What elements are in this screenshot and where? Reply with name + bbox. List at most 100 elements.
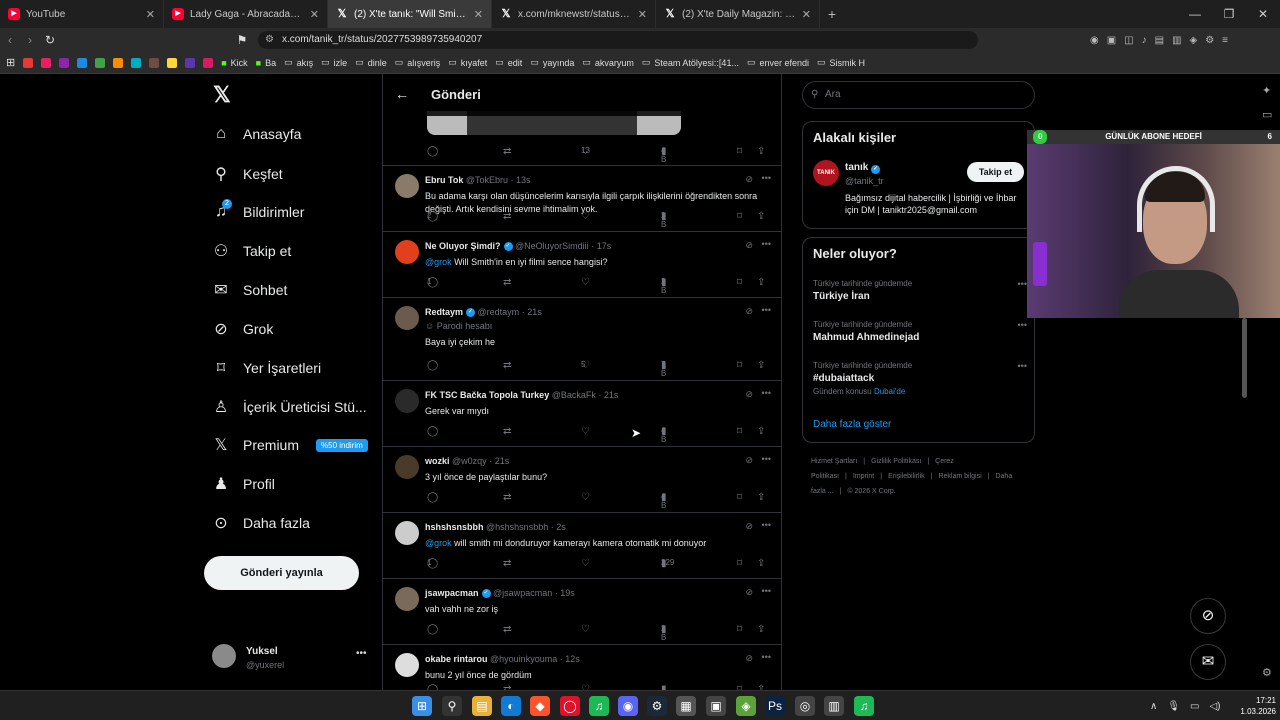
bookmark-site-icon[interactable]: [185, 57, 196, 68]
post-button[interactable]: Gönderi yayınla: [204, 556, 359, 590]
bookmark-site-icon[interactable]: [23, 57, 34, 68]
back-arrow-icon[interactable]: ←: [395, 86, 409, 102]
restore-icon[interactable]: ❐: [1212, 0, 1246, 28]
back-icon[interactable]: ‹: [0, 33, 20, 47]
search-input[interactable]: ⚲ Ara: [802, 81, 1035, 109]
bookmark-item[interactable]: ▭ yayında: [530, 57, 574, 68]
spotify2-icon[interactable]: ♫: [854, 696, 874, 716]
capture-icon[interactable]: ▥: [824, 696, 844, 716]
reply-time[interactable]: 12s: [565, 654, 580, 664]
opera-icon[interactable]: ◯: [560, 696, 580, 716]
reply-author-name[interactable]: okabe rintarou: [425, 654, 488, 664]
terminal-icon[interactable]: ▣: [706, 696, 726, 716]
nav-item-premium[interactable]: 𝕏 Premium %50 indirim: [212, 435, 368, 455]
trend-item[interactable]: Türkiye tarihinde gündemde Mahmud Ahmedin…: [813, 320, 1027, 343]
bookmark-item[interactable]: ▭ kıyafet: [448, 57, 487, 68]
reply-avatar[interactable]: [395, 240, 419, 264]
close-tab-icon[interactable]: ✕: [146, 8, 155, 21]
network-icon[interactable]: ▭: [1190, 701, 1199, 712]
reply-time[interactable]: 21s: [527, 307, 542, 317]
microphone-icon[interactable]: 🎙: [1167, 701, 1180, 712]
related-avatar[interactable]: TANIK: [813, 160, 839, 186]
nav-item-grok[interactable]: ⊘ Grok: [212, 319, 273, 339]
nav-item-takip-et[interactable]: ⚇ Takip et: [212, 241, 291, 261]
reply-handle[interactable]: @redtaym: [478, 307, 520, 317]
reply-time[interactable]: 21s: [604, 390, 619, 400]
footer-link[interactable]: Reklam bilgisi: [938, 473, 981, 480]
reply-author-name[interactable]: hshshsnsbbh: [425, 522, 484, 532]
sidebar-ai-icon[interactable]: ✦: [1262, 84, 1271, 97]
start-icon[interactable]: ⊞: [412, 696, 432, 716]
nav-item-yer-i-aretleri[interactable]: ⌑ Yer İşaretleri: [212, 358, 321, 378]
footer-link[interactable]: Hizmet Şartları: [811, 458, 857, 465]
apps-grid-icon[interactable]: ⊞: [6, 56, 15, 69]
bookmark-item[interactable]: ▭ alışveriş: [395, 57, 441, 68]
nav-item-anasayfa[interactable]: ⌂ Anasayfa: [212, 125, 301, 143]
site-info-icon[interactable]: ⚙: [265, 31, 274, 49]
browser-tab[interactable]: ▶ YouTube ✕: [0, 0, 164, 28]
bookmark-item[interactable]: ■ Ba: [256, 58, 276, 68]
close-tab-icon[interactable]: ✕: [802, 8, 811, 21]
follow-button[interactable]: Takip et: [967, 162, 1024, 182]
browser-tab[interactable]: 𝕏 (2) X'te Daily Magazin: "Kendall Jenne ✕: [656, 0, 820, 28]
clock[interactable]: 17:21 1.03.2026: [1226, 695, 1276, 717]
reply-handle[interactable]: @w0zqy: [452, 456, 487, 466]
sidebar-panel-icon[interactable]: ▭: [1262, 108, 1272, 121]
reply-handle[interactable]: @NeOluyorSimdiii: [515, 241, 589, 251]
trend-more-icon[interactable]: •••: [1018, 279, 1027, 289]
mention-link[interactable]: @grok: [425, 538, 452, 548]
reply-avatar[interactable]: [395, 587, 419, 611]
grok-explain-icon[interactable]: ⊘: [745, 306, 753, 317]
more-options-icon[interactable]: •••: [762, 305, 771, 315]
reply-time[interactable]: 2s: [556, 522, 566, 532]
close-tab-icon[interactable]: ✕: [638, 8, 647, 21]
minimize-icon[interactable]: —: [1178, 0, 1212, 28]
nav-item-ke-fet[interactable]: ⚲ Keşfet: [212, 164, 283, 184]
extensions-icons[interactable]: ◉▣◫♪▤▥◈⚙≡: [1090, 35, 1236, 46]
browser-tab[interactable]: 𝕏 (2) X'te tanık: "Will Smith aynı an ✕: [328, 0, 492, 28]
reply-tweet[interactable]: jsawpacman ✓ @jsawpacman · 19s ⊘ ••• vah vah…: [383, 579, 781, 645]
app-icon[interactable]: ◈: [736, 696, 756, 716]
reply-avatar[interactable]: [395, 174, 419, 198]
bookmark-site-icon[interactable]: [131, 57, 142, 68]
bookmark-item[interactable]: ▭ Steam Atölyesi::[41...: [642, 57, 739, 68]
bookmark-site-icon[interactable]: [203, 57, 214, 68]
trend-more-icon[interactable]: •••: [1018, 361, 1027, 371]
bookmark-item[interactable]: ▭ Sismik H: [817, 57, 865, 68]
bookmark-item[interactable]: ▭ enver efendi: [747, 57, 809, 68]
browser-tab[interactable]: ▶ Lady Gaga - Abracadabra (Official Mu ✕: [164, 0, 328, 28]
grok-explain-icon[interactable]: ⊘: [745, 240, 753, 251]
reply-avatar[interactable]: [395, 389, 419, 413]
more-options-icon[interactable]: •••: [762, 586, 771, 596]
bookmark-site-icon[interactable]: [149, 57, 160, 68]
reply-avatar[interactable]: [395, 306, 419, 330]
account-more-icon[interactable]: •••: [356, 648, 367, 659]
nav-item-sohbet[interactable]: ✉ Sohbet: [212, 280, 287, 300]
show-more-link[interactable]: Daha fazla göster: [813, 419, 891, 430]
reply-tweet[interactable]: wozki @w0zqy · 21s ⊘ ••• 3 yıl önce de payl…: [383, 447, 781, 513]
new-tab-icon[interactable]: +: [820, 6, 844, 22]
trend-item[interactable]: Türkiye tarihinde gündemde Türkiye İran ••…: [813, 279, 1027, 302]
reply-handle[interactable]: @hshshsnsbbh: [486, 522, 548, 532]
bookmark-site-icon[interactable]: [77, 57, 88, 68]
trend-item[interactable]: Türkiye tarihinde gündemde #dubaiattack ••…: [813, 361, 1027, 396]
reply-time[interactable]: 21s: [495, 456, 510, 466]
reply-tweet[interactable]: Ne Oluyor Şimdi? ✓ @NeOluyorSimdiii · 17s…: [383, 232, 781, 298]
reply-author-name[interactable]: Redtaym: [425, 307, 463, 317]
bookmark-page-icon[interactable]: ⚑: [232, 33, 252, 47]
footer-link[interactable]: Gizlilik Politikası: [871, 458, 921, 465]
nav-item-profil[interactable]: ♟ Profil: [212, 474, 275, 494]
reply-handle[interactable]: @TokEbru: [466, 175, 508, 185]
file-explorer-icon[interactable]: ▤: [472, 696, 492, 716]
obs-icon[interactable]: ◎: [795, 696, 815, 716]
more-options-icon[interactable]: •••: [762, 239, 771, 249]
nav-item-bildirimler[interactable]: ♫ 2 Bildirimler: [212, 198, 304, 221]
discord-icon[interactable]: ◉: [618, 696, 638, 716]
close-tab-icon[interactable]: ✕: [474, 8, 483, 21]
photoshop-icon[interactable]: Ps: [765, 696, 785, 716]
grok-fab[interactable]: ⊘: [1190, 598, 1226, 634]
browser-tab[interactable]: 𝕏x.com/mknewstr/status/20276902388 ✕: [492, 0, 656, 28]
reply-handle[interactable]: @hyouinkyouma: [490, 654, 557, 664]
search-icon[interactable]: ⚲: [442, 696, 462, 716]
reply-author-name[interactable]: Ne Oluyor Şimdi?: [425, 241, 501, 251]
